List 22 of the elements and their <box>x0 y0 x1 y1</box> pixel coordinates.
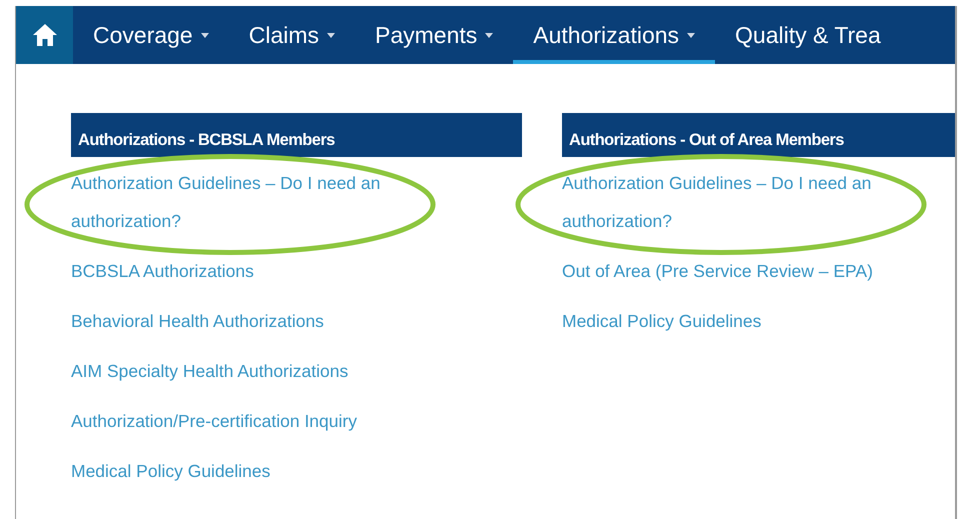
nav-tab[interactable]: Claims <box>228 6 356 64</box>
nav-tab[interactable]: Quality & Trea <box>715 6 901 64</box>
link[interactable]: Medical Policy Guidelines <box>71 452 416 490</box>
link[interactable]: Authorization Guidelines – Do I need an authorization? <box>562 164 907 240</box>
section-header: Authorizations - BCBSLA Members <box>71 113 522 157</box>
link[interactable]: AIM Specialty Health Authorizations <box>71 352 416 390</box>
nav-tab[interactable]: Authorizations <box>513 6 716 64</box>
caret-icon <box>200 32 209 38</box>
section-header: Authorizations - Out of Area Members <box>562 113 955 157</box>
nav-tab[interactable]: Coverage <box>73 6 229 64</box>
caret-icon <box>485 32 494 38</box>
link[interactable]: Authorization Guidelines – Do I need an authorization? <box>71 164 416 240</box>
home-button[interactable] <box>16 6 73 64</box>
link[interactable]: Out of Area (Pre Service Review – EPA) <box>562 252 907 290</box>
caret-icon <box>327 32 336 38</box>
link[interactable]: Behavioral Health Authorizations <box>71 302 416 340</box>
link[interactable]: Authorization/Pre-certification Inquiry <box>71 402 416 440</box>
caret-icon <box>687 32 696 38</box>
link[interactable]: Medical Policy Guidelines <box>562 302 907 340</box>
nav-tab[interactable]: Payments <box>355 6 514 64</box>
home-icon <box>32 23 58 47</box>
link[interactable]: BCBSLA Authorizations <box>71 252 416 290</box>
